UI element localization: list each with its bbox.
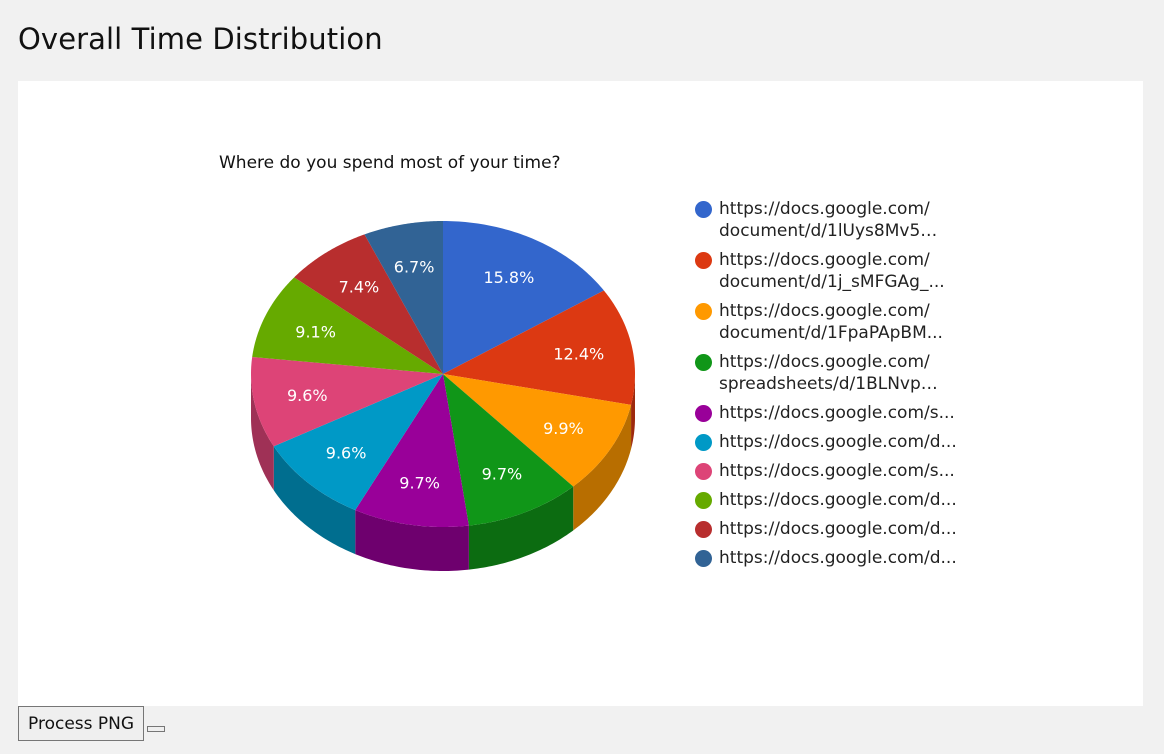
- chart-title: Where do you spend most of your time?: [219, 153, 561, 173]
- pie-top: [251, 221, 635, 527]
- legend-item: https://docs.google.com/s...: [695, 402, 965, 424]
- legend-item: https://docs.google.com/document/d/1FpaP…: [695, 300, 965, 344]
- slice-value-label: 9.9%: [543, 419, 584, 438]
- slice-value-label: 9.7%: [399, 474, 440, 493]
- legend-item: https://docs.google.com/document/d/1lUys…: [695, 198, 965, 242]
- legend-label: https://docs.google.com/: [719, 250, 930, 270]
- legend-swatch: [695, 434, 712, 451]
- legend-label: https://docs.google.com/d...: [719, 432, 957, 452]
- legend-label: https://docs.google.com/d...: [719, 519, 957, 539]
- slice-value-label: 12.4%: [553, 345, 604, 364]
- legend-swatch: [695, 521, 712, 538]
- button-row: Process PNG: [18, 706, 166, 741]
- legend-item: https://docs.google.com/d...: [695, 547, 965, 569]
- chart-panel: 15.8% 12.4% 9.9% 9.7% 9.7% 9.6% 9.6% 9.1% 7.4% 6.…: [18, 81, 1143, 706]
- chart-legend: https://docs.google.com/document/d/1lUys…: [695, 198, 965, 576]
- pie-chart: 15.8% 12.4% 9.9% 9.7% 9.7% 9.6% 9.6% 9.1% 7.4% 6.…: [251, 221, 635, 571]
- legend-swatch: [695, 405, 712, 422]
- slice-value-label: 15.8%: [483, 268, 534, 287]
- legend-item: https://docs.google.com/spreadsheets/d/1…: [695, 351, 965, 395]
- slice-value-label: 7.4%: [339, 278, 380, 297]
- legend-swatch: [695, 252, 712, 269]
- legend-item: https://docs.google.com/s...: [695, 460, 965, 482]
- legend-label: https://docs.google.com/: [719, 301, 930, 321]
- legend-swatch: [695, 303, 712, 320]
- legend-swatch: [695, 463, 712, 480]
- legend-item: https://docs.google.com/d...: [695, 489, 965, 511]
- legend-swatch: [695, 492, 712, 509]
- process-png-button[interactable]: Process PNG: [18, 706, 145, 741]
- legend-swatch: [695, 201, 712, 218]
- secondary-button[interactable]: [147, 726, 166, 732]
- legend-label: https://docs.google.com/s...: [719, 461, 955, 481]
- legend-label-line2: document/d/1FpaPApBM...: [719, 323, 943, 343]
- legend-label-line2: document/d/1j_sMFGAg_...: [719, 272, 945, 292]
- slice-value-label: 9.6%: [326, 444, 367, 463]
- legend-item: https://docs.google.com/d...: [695, 431, 965, 453]
- legend-swatch: [695, 354, 712, 371]
- slice-value-label: 9.6%: [287, 386, 328, 405]
- slice-value-label: 9.1%: [295, 322, 336, 341]
- legend-label-line2: spreadsheets/d/1BLNvp57...: [719, 374, 945, 394]
- legend-item: https://docs.google.com/document/d/1j_sM…: [695, 249, 965, 293]
- slice-value-label: 6.7%: [394, 257, 435, 276]
- legend-label: https://docs.google.com/d...: [719, 548, 957, 568]
- legend-label: https://docs.google.com/: [719, 199, 930, 219]
- legend-label: https://docs.google.com/: [719, 352, 930, 372]
- legend-label-line2: document/d/1lUys8Mv56j...: [719, 221, 945, 241]
- legend-label: https://docs.google.com/s...: [719, 403, 955, 423]
- page-title: Overall Time Distribution: [18, 22, 383, 56]
- legend-item: https://docs.google.com/d...: [695, 518, 965, 540]
- legend-swatch: [695, 550, 712, 567]
- legend-label: https://docs.google.com/d...: [719, 490, 957, 510]
- slice-value-label: 9.7%: [482, 465, 523, 484]
